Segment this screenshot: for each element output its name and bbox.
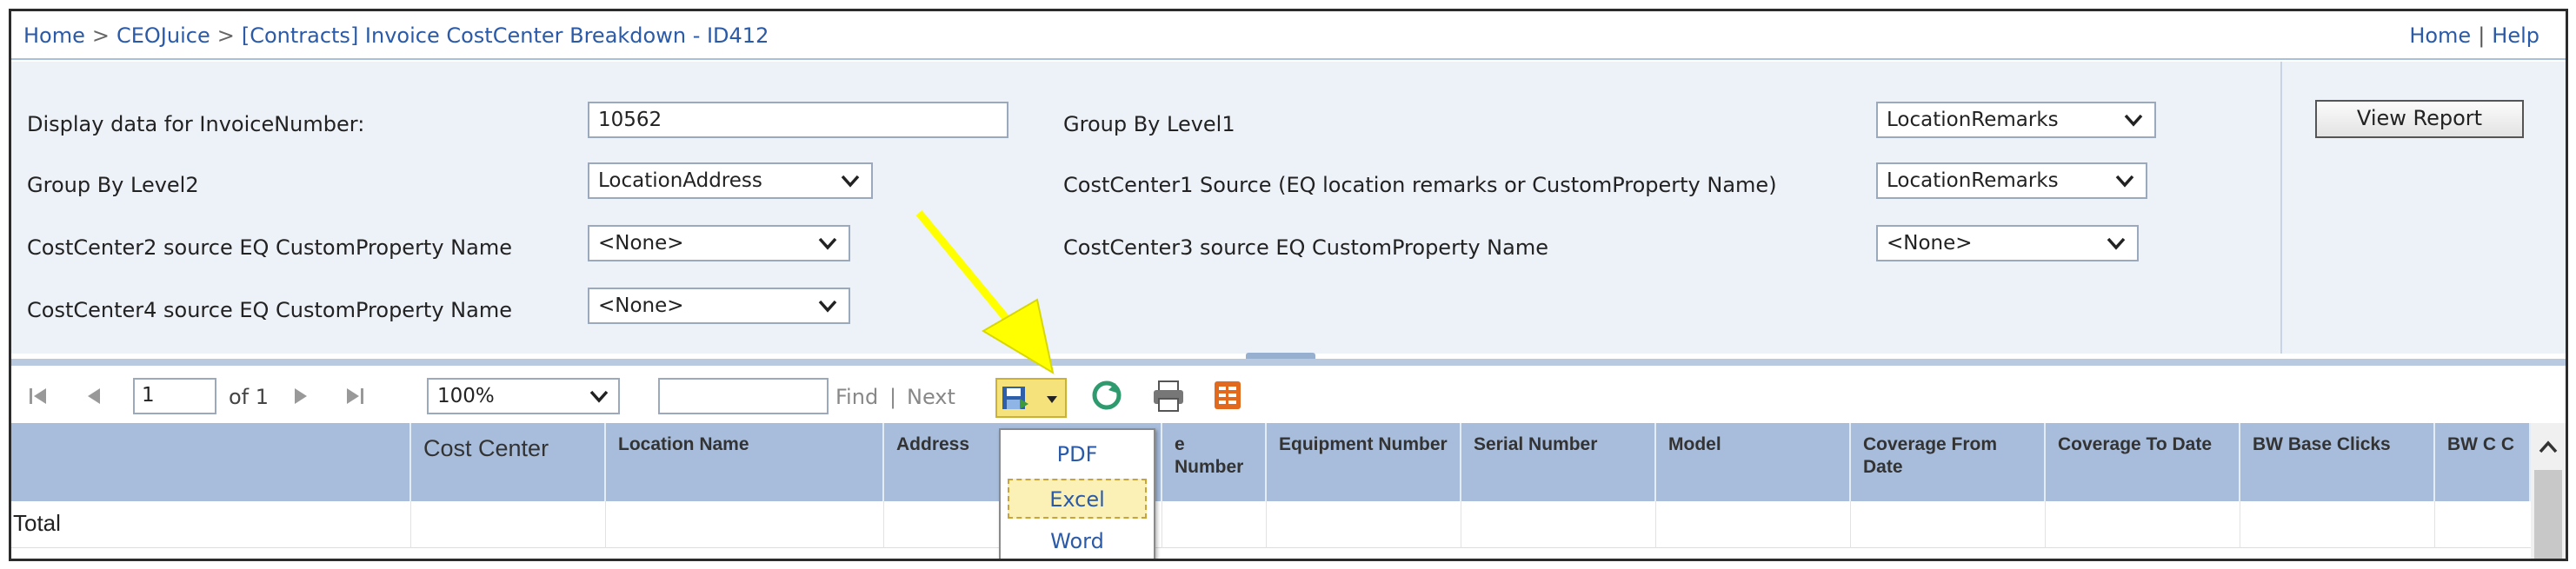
zoom-value: 100%	[437, 385, 495, 407]
table-cell	[606, 501, 884, 548]
export-excel-item[interactable]: Excel	[1008, 479, 1147, 519]
report-toolbar: 1 of 1 100% Find | Next	[11, 359, 2566, 423]
costcenter4-source-label: CostCenter4 source EQ CustomProperty Nam…	[27, 298, 512, 322]
top-links: Home | Help	[2409, 23, 2539, 48]
grid-header-bw-base-clicks: BW Base Clicks	[2240, 423, 2435, 501]
chevron-down-icon	[2115, 175, 2134, 188]
costcenter4-source-value: <None>	[598, 294, 684, 317]
dropdown-arrow-icon	[1047, 396, 1057, 403]
scroll-up-icon[interactable]	[2536, 435, 2560, 460]
group-level2-select[interactable]: LocationAddress	[588, 162, 873, 199]
invoice-number-label: Display data for InvoiceNumber:	[27, 112, 365, 136]
breadcrumb-separator: >	[91, 23, 110, 48]
grid-header-equipment-number: Equipment Number	[1267, 423, 1461, 501]
export-pdf-item[interactable]: PDF	[1008, 435, 1147, 475]
help-link[interactable]: Help	[2492, 23, 2539, 48]
page-number-input[interactable]: 1	[133, 378, 216, 414]
group-level2-label: Group By Level2	[27, 173, 199, 197]
total-label: Total	[11, 501, 411, 548]
group-level1-label: Group By Level1	[1063, 112, 1235, 136]
chevron-down-icon	[841, 175, 860, 188]
costcenter4-source-select[interactable]: <None>	[588, 288, 850, 324]
refresh-icon[interactable]	[1089, 378, 1124, 413]
page-count-label: of 1	[229, 385, 270, 409]
breadcrumb-ceojuice[interactable]: CEOJuice	[116, 23, 210, 48]
group-level2-value: LocationAddress	[598, 169, 762, 192]
home-link[interactable]: Home	[2409, 23, 2471, 48]
table-cell	[1267, 501, 1461, 548]
parameters-panel: Display data for InvoiceNumber: 10562 Gr…	[11, 62, 2566, 354]
costcenter3-source-value: <None>	[1887, 232, 1973, 255]
breadcrumb-separator: >	[216, 23, 235, 48]
table-cell	[2240, 501, 2435, 548]
find-next-link[interactable]: Next	[907, 385, 955, 409]
table-cell	[1162, 501, 1267, 548]
group-level1-select[interactable]: LocationRemarks	[1876, 102, 2156, 138]
previous-page-icon[interactable]	[81, 383, 107, 409]
print-icon[interactable]	[1150, 378, 1187, 414]
costcenter3-source-label: CostCenter3 source EQ CustomProperty Nam…	[1063, 235, 1548, 260]
chevron-down-icon	[2124, 114, 2143, 127]
zoom-select[interactable]: 100%	[427, 378, 620, 414]
costcenter2-source-select[interactable]: <None>	[588, 225, 850, 261]
save-disk-icon	[1002, 387, 1028, 409]
find-text-input[interactable]	[658, 378, 829, 414]
breadcrumb: Home > CEOJuice > [Contracts] Invoice CostCe…	[23, 23, 769, 48]
data-feed-icon[interactable]	[1211, 378, 1244, 413]
view-report-button[interactable]: View Report	[2315, 100, 2524, 138]
chevron-down-icon	[2107, 237, 2126, 250]
first-page-icon[interactable]	[25, 383, 51, 409]
grid-header-blank	[11, 423, 411, 501]
next-page-icon[interactable]	[288, 383, 314, 409]
find-link[interactable]: Find	[835, 385, 878, 409]
costcenter1-source-select[interactable]: LocationRemarks	[1876, 162, 2147, 199]
report-grid: Cost Center Location Name Address e Numb…	[11, 423, 2566, 559]
table-cell	[1851, 501, 2046, 548]
costcenter1-source-label: CostCenter1 Source (EQ location remarks …	[1063, 173, 1777, 197]
grid-header-coverage-to-date: Coverage To Date	[2046, 423, 2240, 501]
grid-header-row: Cost Center Location Name Address e Numb…	[11, 423, 2531, 501]
costcenter2-source-label: CostCenter2 source EQ CustomProperty Nam…	[27, 235, 512, 260]
parameters-divider	[2280, 62, 2282, 354]
grid-header-serial-number: Serial Number	[1461, 423, 1656, 501]
invoice-number-input[interactable]: 10562	[588, 102, 1008, 138]
costcenter2-source-value: <None>	[598, 232, 684, 255]
table-cell	[1461, 501, 1656, 548]
grid-header-model: Model	[1656, 423, 1851, 501]
chevron-down-icon	[818, 237, 837, 250]
costcenter1-source-value: LocationRemarks	[1887, 169, 2059, 192]
last-page-icon[interactable]	[342, 383, 368, 409]
group-level1-value: LocationRemarks	[1887, 109, 2059, 131]
annotation-arrow-icon	[915, 210, 1055, 375]
grid-header-coverage-from-date: Coverage From Date	[1851, 423, 2046, 501]
grid-header-invoice-number: e Number	[1162, 423, 1267, 501]
top-links-separator: |	[2478, 23, 2486, 48]
chevron-down-icon	[589, 390, 609, 403]
breadcrumb-home[interactable]: Home	[23, 23, 85, 48]
table-cell	[2046, 501, 2240, 548]
table-row: Total	[11, 501, 2531, 548]
grid-vertical-scrollbar[interactable]	[2531, 423, 2566, 559]
report-viewer-frame: Home > CEOJuice > [Contracts] Invoice CostCe…	[9, 9, 2568, 561]
chevron-down-icon	[818, 300, 837, 313]
export-format-menu: PDF Excel Word	[999, 428, 1155, 559]
breadcrumb-report-title: [Contracts] Invoice CostCenter Breakdown…	[241, 23, 769, 48]
find-separator: |	[889, 385, 897, 409]
breadcrumb-bar: Home > CEOJuice > [Contracts] Invoice CostCe…	[11, 11, 2566, 60]
costcenter3-source-select[interactable]: <None>	[1876, 225, 2139, 261]
grid-header-bw-cut: BW C C	[2435, 423, 2531, 501]
table-cell	[1656, 501, 1851, 548]
grid-header-cost-center: Cost Center	[411, 423, 606, 501]
scrollbar-thumb[interactable]	[2534, 470, 2562, 559]
table-cell	[411, 501, 606, 548]
grid-header-location-name: Location Name	[606, 423, 884, 501]
export-word-item[interactable]: Word	[1008, 522, 1147, 559]
